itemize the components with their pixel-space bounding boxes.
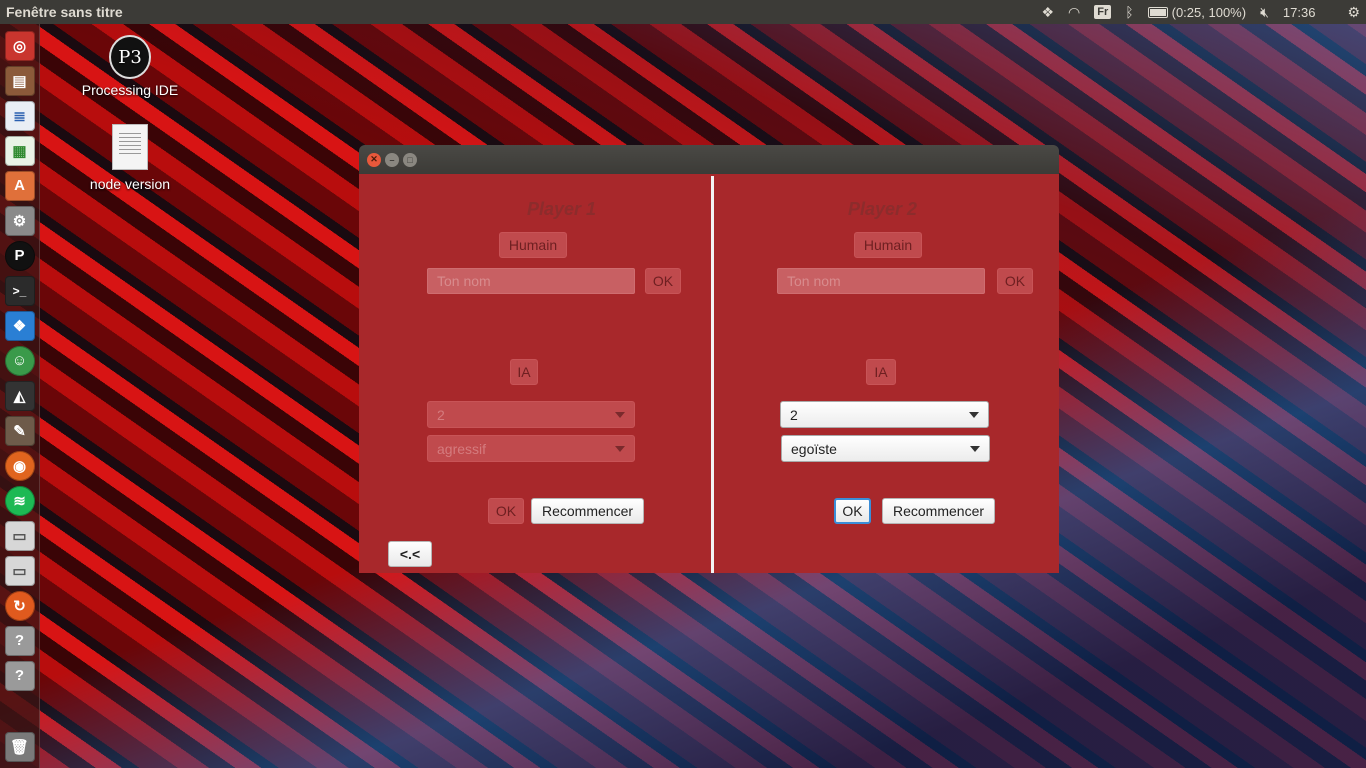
player2-level-select[interactable]: 2 xyxy=(780,401,989,428)
window-titlebar[interactable]: ✕ – □ xyxy=(359,145,1059,174)
back-button[interactable]: <.< xyxy=(388,541,432,567)
dropbox-icon[interactable]: ❖ xyxy=(1041,4,1054,21)
player1-ok-button[interactable]: OK xyxy=(488,498,524,524)
unknown2-icon[interactable]: ? xyxy=(4,660,35,691)
terminal-icon[interactable]: >_ xyxy=(4,275,35,306)
desktop-icon-node-version[interactable]: node version xyxy=(78,124,182,192)
desktop-icon-label: Processing IDE xyxy=(81,82,179,98)
processing-icon: P3 xyxy=(109,35,151,79)
launcher: ◎ ▤ ≣ ▦ A ⚙ P >_ ❖ ☺ ◭ ✎ ◉ ≋ ▭ ▭ ↻ ? ? 🗑… xyxy=(0,24,40,768)
player2-name-input[interactable]: Ton nom xyxy=(777,268,985,294)
player2-title: Player 2 xyxy=(848,199,918,219)
desktop-icon-label: node version xyxy=(89,176,171,192)
wifi-icon[interactable]: ◠ xyxy=(1068,4,1080,21)
firefox-icon[interactable]: ◉ xyxy=(4,450,35,481)
unity-icon[interactable]: ◭ xyxy=(4,380,35,411)
chevron-down-icon xyxy=(615,412,625,418)
update-icon[interactable]: ↻ xyxy=(4,590,35,621)
player2-restart-button[interactable]: Recommencer xyxy=(882,498,995,524)
ubuntu-dash-icon[interactable]: ◎ xyxy=(4,30,35,61)
player1-restart-button[interactable]: Recommencer xyxy=(531,498,644,524)
calc-icon[interactable]: ▦ xyxy=(4,135,35,166)
desktop-icon-processing[interactable]: P3 Processing IDE xyxy=(78,35,182,98)
bluetooth-icon[interactable]: ᛒ xyxy=(1125,4,1133,20)
minimize-icon[interactable]: – xyxy=(385,152,399,167)
game-setup-window: ✕ – □ Player 1 Humain Ton nom OK IA 2 ag… xyxy=(359,145,1059,573)
chevron-down-icon xyxy=(615,446,625,452)
panel-divider xyxy=(711,176,714,573)
files-icon[interactable]: ▤ xyxy=(4,65,35,96)
player2-human-button[interactable]: Humain xyxy=(854,232,922,258)
battery-indicator[interactable]: (0:25, 100%) xyxy=(1147,4,1247,20)
writer-icon[interactable]: ≣ xyxy=(4,100,35,131)
player2-name-ok-button[interactable]: OK xyxy=(997,268,1033,294)
android-icon[interactable]: ☺ xyxy=(4,345,35,376)
dropbox-icon[interactable]: ❖ xyxy=(4,310,35,341)
volume-muted-icon[interactable]: 🔇︎ xyxy=(1260,4,1269,21)
gimp-icon[interactable]: ✎ xyxy=(4,415,35,446)
trash-icon[interactable]: 🗑︎ xyxy=(4,732,35,762)
active-window-title: Fenêtre sans titre xyxy=(6,4,123,20)
battery-icon xyxy=(1147,6,1168,18)
drive-icon[interactable]: ▭ xyxy=(4,520,35,551)
player2-strategy-select[interactable]: egoïste xyxy=(781,435,990,462)
power-gear-icon[interactable]: ⚙ xyxy=(1347,4,1360,21)
player1-level-select[interactable]: 2 xyxy=(427,401,635,428)
text-file-icon xyxy=(112,124,148,170)
top-panel: Fenêtre sans titre ❖ ◠ Fr ᛒ (0:25, 100%)… xyxy=(0,0,1366,24)
player1-human-button[interactable]: Humain xyxy=(499,232,567,258)
clock[interactable]: 17:36 xyxy=(1283,5,1316,20)
software-center-icon[interactable]: A xyxy=(4,170,35,201)
close-icon[interactable]: ✕ xyxy=(367,152,381,167)
window-content: Player 1 Humain Ton nom OK IA 2 agressif… xyxy=(359,174,1059,573)
unknown-icon[interactable]: ? xyxy=(4,625,35,656)
player1-name-ok-button[interactable]: OK xyxy=(645,268,681,294)
battery-text: (0:25, 100%) xyxy=(1171,4,1247,20)
player1-ai-button[interactable]: IA xyxy=(510,359,538,385)
settings-icon[interactable]: ⚙ xyxy=(4,205,35,236)
spotify-icon[interactable]: ≋ xyxy=(4,485,35,516)
player1-strategy-value: agressif xyxy=(437,440,487,457)
player1-title: Player 1 xyxy=(527,199,597,219)
maximize-icon[interactable]: □ xyxy=(403,152,417,167)
player1-name-input[interactable]: Ton nom xyxy=(427,268,635,294)
drive2-icon[interactable]: ▭ xyxy=(4,555,35,586)
processing-icon[interactable]: P xyxy=(4,240,35,271)
player2-strategy-value: egoïste xyxy=(791,440,837,457)
player1-level-value: 2 xyxy=(437,406,445,423)
chevron-down-icon xyxy=(969,412,979,418)
chevron-down-icon xyxy=(970,446,980,452)
player2-level-value: 2 xyxy=(790,406,798,423)
player2-ok-button[interactable]: OK xyxy=(834,498,871,524)
system-tray: ❖ ◠ Fr ᛒ (0:25, 100%) 🔇︎ 17:36 ⚙ xyxy=(1041,4,1360,21)
player1-strategy-select[interactable]: agressif xyxy=(427,435,635,462)
player2-ai-button[interactable]: IA xyxy=(866,359,896,385)
keyboard-layout-indicator[interactable]: Fr xyxy=(1094,5,1112,19)
